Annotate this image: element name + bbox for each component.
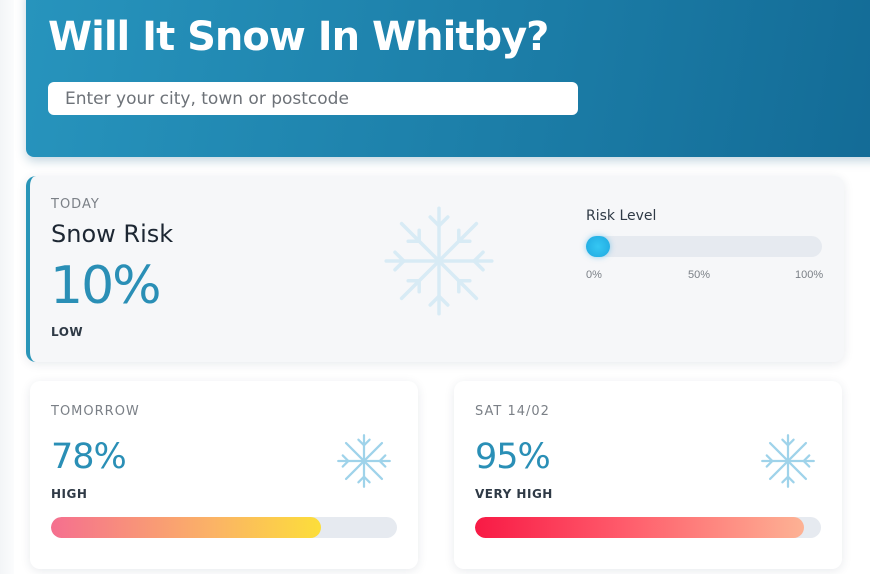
meter-tick-0: 0% [586, 269, 602, 281]
risk-progress-bar [475, 517, 821, 538]
risk-level-label: VERY HIGH [475, 487, 553, 501]
risk-level-label: LOW [51, 325, 84, 339]
risk-level-title: Risk Level [586, 208, 657, 224]
page-edge-strip [0, 0, 14, 574]
risk-level-meter [586, 236, 822, 257]
day-label: TODAY [51, 197, 100, 212]
day-label: SAT 14/02 [475, 404, 550, 419]
risk-level-label: HIGH [51, 487, 88, 501]
risk-level-indicator [586, 236, 610, 257]
meter-tick-50: 50% [688, 269, 711, 281]
location-search-input[interactable] [48, 82, 578, 115]
risk-progress-bar [51, 517, 397, 538]
snow-risk-percent: 78% [51, 437, 127, 477]
day-label: TOMORROW [51, 404, 140, 419]
forecast-card-sat: SAT 14/02 95% VERY HIGH [454, 381, 842, 569]
snow-risk-percent: 95% [475, 437, 551, 477]
forecast-card-tomorrow: TOMORROW 78% HIGH [30, 381, 418, 569]
card-heading: Snow Risk [51, 220, 174, 248]
meter-tick-100: 100% [795, 269, 824, 281]
snowflake-icon [761, 434, 815, 488]
page-title: Will It Snow In Whitby? [48, 14, 549, 60]
risk-progress-fill [475, 517, 804, 538]
snowflake-icon [337, 434, 391, 488]
risk-progress-fill [51, 517, 321, 538]
snowflake-icon [384, 206, 494, 316]
snow-risk-percent: 10% [50, 256, 162, 316]
today-snow-risk-card: TODAY Snow Risk 10% LOW Risk Level 0% 50… [26, 176, 844, 362]
